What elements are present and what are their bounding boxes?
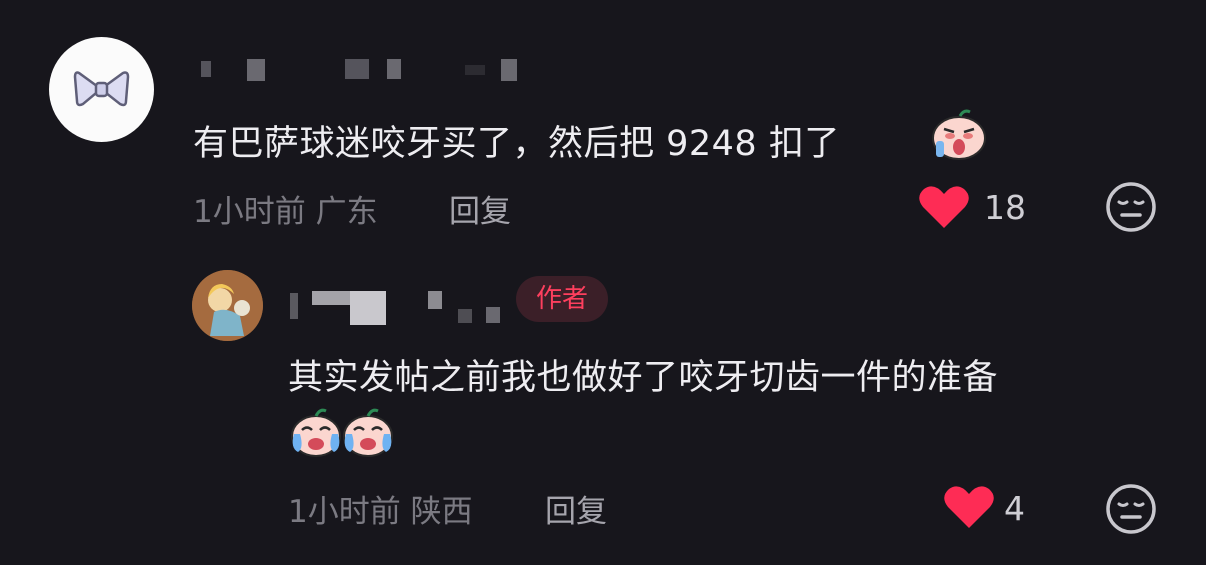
author-badge: 作者	[516, 276, 608, 322]
comment-time-location: 1小时前 广东	[193, 194, 378, 230]
heart-icon[interactable]	[943, 484, 995, 530]
comment-avatar-1[interactable]	[49, 37, 154, 142]
comment-body: 有巴萨球迷咬牙买了，然后把 9248 扣了	[193, 124, 840, 164]
cartoon-avatar-icon	[192, 270, 263, 341]
like-count: 18	[984, 188, 1026, 227]
reply-avatar-author[interactable]	[192, 270, 263, 341]
comment-text: 有巴萨球迷咬牙买了，然后把 9248 扣了	[193, 115, 840, 166]
bow-icon	[73, 71, 130, 107]
tearful-laugh-emoji	[291, 408, 341, 457]
like-count: 4	[1004, 489, 1025, 528]
heart-icon[interactable]	[918, 184, 970, 230]
dislike-face-icon[interactable]	[1105, 181, 1157, 233]
reply-text: 其实发帖之前我也做好了咬牙切齿一件的准备	[288, 358, 999, 398]
reply-button[interactable]: 回复	[449, 186, 511, 231]
crying-face-emoji	[932, 109, 986, 160]
dislike-face-icon[interactable]	[1105, 483, 1157, 535]
tearful-laugh-emoji	[343, 408, 393, 457]
reply-button[interactable]: 回复	[545, 486, 607, 531]
reply-time-location: 1小时前 陕西	[288, 494, 473, 530]
username-redacted[interactable]	[195, 55, 655, 85]
author-username-redacted[interactable]	[290, 287, 510, 327]
